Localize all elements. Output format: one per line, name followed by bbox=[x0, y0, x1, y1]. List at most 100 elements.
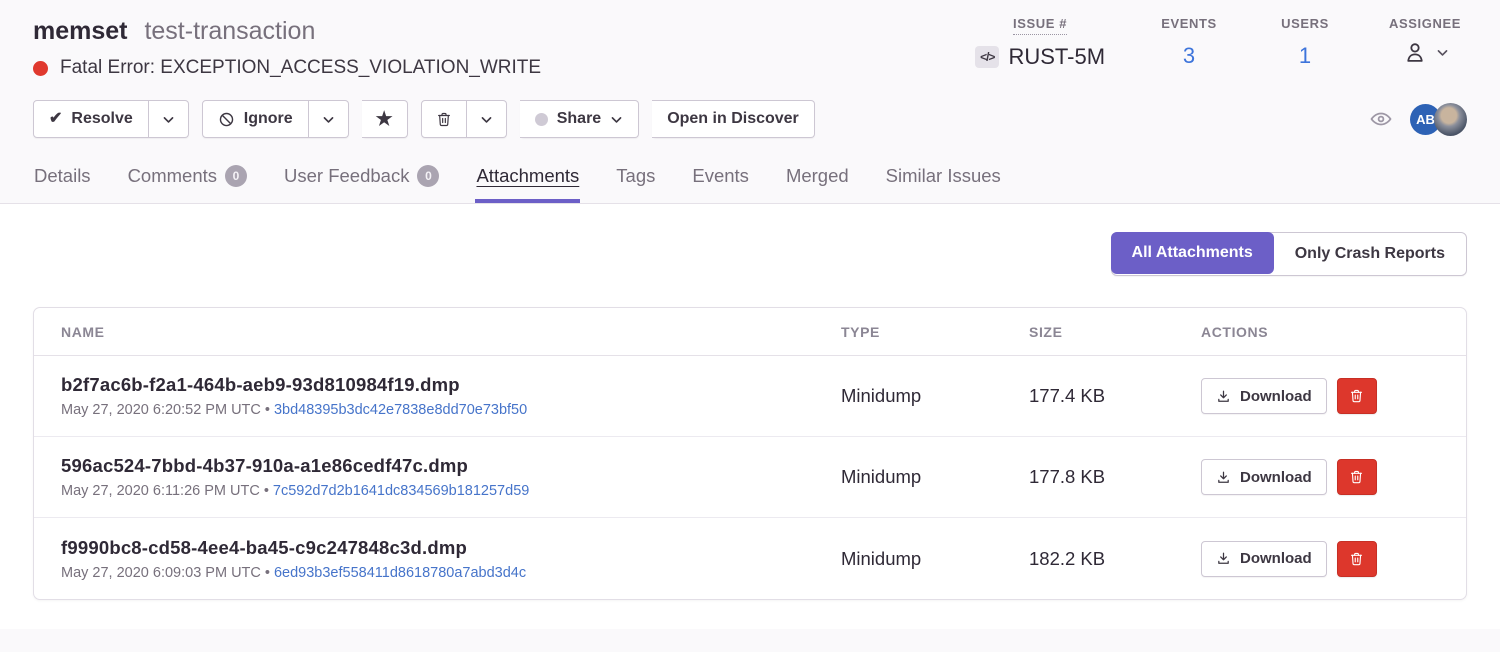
attachment-timestamp: May 27, 2020 6:11:26 PM UTC bbox=[61, 483, 260, 499]
table-row: f9990bc8-cd58-4ee4-ba45-c9c247848c3d.dmp… bbox=[34, 518, 1466, 599]
event-id-link[interactable]: 7c592d7d2b1641dc834569b181257d59 bbox=[273, 483, 529, 499]
download-button[interactable]: Download bbox=[1201, 541, 1327, 577]
issue-tabs: Details Comments 0 User Feedback 0 Attac… bbox=[0, 138, 1500, 204]
download-label: Download bbox=[1240, 469, 1312, 486]
attachment-meta: May 27, 2020 6:20:52 PM UTC•3bd48395b3dc… bbox=[61, 402, 841, 418]
assignee-selector[interactable] bbox=[1402, 39, 1449, 65]
download-button[interactable]: Download bbox=[1201, 459, 1327, 495]
attachment-name-cell: 596ac524-7bbd-4b37-910a-a1e86cedf47c.dmp… bbox=[61, 455, 841, 499]
delete-button-group bbox=[421, 100, 507, 138]
comments-count-badge: 0 bbox=[225, 165, 247, 187]
attachment-type: Minidump bbox=[841, 548, 1029, 570]
delete-dropdown-button[interactable] bbox=[467, 100, 507, 138]
attachment-type: Minidump bbox=[841, 385, 1029, 407]
column-header-name: NAME bbox=[61, 324, 841, 340]
download-icon bbox=[1216, 470, 1231, 485]
trash-icon bbox=[436, 111, 452, 128]
attachment-filename: 596ac524-7bbd-4b37-910a-a1e86cedf47c.dmp bbox=[61, 455, 841, 477]
download-icon bbox=[1216, 551, 1231, 566]
tab-similar-issues[interactable]: Similar Issues bbox=[885, 161, 1002, 203]
ban-icon bbox=[218, 111, 235, 128]
stat-users: USERS 1 bbox=[1273, 16, 1337, 79]
chevron-down-icon bbox=[1436, 46, 1449, 59]
tab-events[interactable]: Events bbox=[691, 161, 750, 203]
event-id-link[interactable]: 6ed93b3ef558411d8618780a7abd3d4c bbox=[274, 565, 526, 581]
filter-only-crash-reports-button[interactable]: Only Crash Reports bbox=[1274, 233, 1466, 275]
stat-issue-number: ISSUE # </> RUST-5M bbox=[975, 16, 1105, 79]
events-count[interactable]: 3 bbox=[1183, 43, 1195, 69]
chevron-down-icon bbox=[162, 113, 175, 126]
resolve-label: Resolve bbox=[71, 110, 132, 128]
eye-icon bbox=[1369, 107, 1393, 131]
column-header-actions: ACTIONS bbox=[1201, 324, 1466, 340]
viewer-avatars: AB bbox=[1410, 103, 1467, 136]
code-icon: </> bbox=[975, 46, 999, 68]
resolve-button[interactable]: ✔ Resolve bbox=[33, 100, 149, 138]
attachment-timestamp: May 27, 2020 6:20:52 PM UTC bbox=[61, 402, 261, 418]
issue-number-value: </> RUST-5M bbox=[975, 44, 1105, 70]
users-count[interactable]: 1 bbox=[1299, 43, 1311, 69]
share-label: Share bbox=[557, 110, 601, 128]
error-summary: Fatal Error: EXCEPTION_ACCESS_VIOLATION_… bbox=[33, 57, 541, 79]
chevron-down-icon bbox=[610, 113, 623, 126]
delete-attachment-button[interactable] bbox=[1337, 541, 1377, 577]
delete-attachment-button[interactable] bbox=[1337, 459, 1377, 495]
trash-icon bbox=[1349, 388, 1364, 404]
action-toolbar: ✔ Resolve Ignore ★ bbox=[0, 79, 1500, 138]
open-in-discover-label: Open in Discover bbox=[667, 110, 799, 128]
attachment-name-cell: f9990bc8-cd58-4ee4-ba45-c9c247848c3d.dmp… bbox=[61, 537, 841, 581]
user-feedback-count-badge: 0 bbox=[417, 165, 439, 187]
tab-comments[interactable]: Comments 0 bbox=[127, 161, 248, 203]
delete-button[interactable] bbox=[421, 100, 467, 138]
issue-number-label: ISSUE # bbox=[1013, 16, 1067, 35]
open-in-discover-button[interactable]: Open in Discover bbox=[652, 100, 815, 138]
bookmark-star-button[interactable]: ★ bbox=[362, 100, 408, 138]
tab-merged[interactable]: Merged bbox=[785, 161, 850, 203]
share-status-dot bbox=[535, 113, 548, 126]
person-icon bbox=[1402, 39, 1428, 65]
attachment-filename: b2f7ac6b-f2a1-464b-aeb9-93d810984f19.dmp bbox=[61, 374, 841, 396]
table-row: 596ac524-7bbd-4b37-910a-a1e86cedf47c.dmp… bbox=[34, 437, 1466, 518]
issue-subtitle: test-transaction bbox=[144, 17, 315, 45]
attachment-size: 177.8 KB bbox=[1029, 466, 1201, 488]
download-button[interactable]: Download bbox=[1201, 378, 1327, 414]
attachment-name-cell: b2f7ac6b-f2a1-464b-aeb9-93d810984f19.dmp… bbox=[61, 374, 841, 418]
chevron-down-icon bbox=[322, 113, 335, 126]
issue-header: memset test-transaction Fatal Error: EXC… bbox=[0, 0, 1500, 79]
resolve-dropdown-button[interactable] bbox=[149, 100, 189, 138]
attachment-timestamp: May 27, 2020 6:09:03 PM UTC bbox=[61, 565, 261, 581]
stat-assignee: ASSIGNEE bbox=[1389, 16, 1461, 79]
attachment-meta: May 27, 2020 6:09:03 PM UTC•6ed93b3ef558… bbox=[61, 565, 841, 581]
issue-header-left: memset test-transaction Fatal Error: EXC… bbox=[33, 16, 541, 79]
attachment-meta: May 27, 2020 6:11:26 PM UTC•7c592d7d2b16… bbox=[61, 483, 841, 499]
tab-user-feedback[interactable]: User Feedback 0 bbox=[283, 161, 440, 203]
attachment-filename: f9990bc8-cd58-4ee4-ba45-c9c247848c3d.dmp bbox=[61, 537, 841, 559]
page-title: memset test-transaction bbox=[33, 16, 541, 46]
stat-events: EVENTS 3 bbox=[1157, 16, 1221, 79]
share-button-group: Share bbox=[520, 100, 639, 138]
attachment-size: 182.2 KB bbox=[1029, 548, 1201, 570]
issue-stats: ISSUE # </> RUST-5M EVENTS 3 USERS 1 ASS… bbox=[975, 16, 1467, 79]
ignore-label: Ignore bbox=[244, 110, 293, 128]
ignore-dropdown-button[interactable] bbox=[309, 100, 349, 138]
filter-all-attachments-button[interactable]: All Attachments bbox=[1111, 232, 1274, 274]
assignee-label: ASSIGNEE bbox=[1389, 16, 1461, 34]
download-label: Download bbox=[1240, 388, 1312, 405]
issue-title: memset bbox=[33, 17, 128, 45]
ignore-button-group: Ignore bbox=[202, 100, 349, 138]
ignore-button[interactable]: Ignore bbox=[202, 100, 309, 138]
bookmark-button-group: ★ bbox=[362, 100, 408, 138]
share-button[interactable]: Share bbox=[520, 100, 639, 138]
tab-details[interactable]: Details bbox=[33, 161, 92, 203]
tab-tags[interactable]: Tags bbox=[615, 161, 656, 203]
attachment-actions: Download bbox=[1201, 459, 1466, 495]
tab-attachments[interactable]: Attachments bbox=[475, 161, 580, 203]
delete-attachment-button[interactable] bbox=[1337, 378, 1377, 414]
chevron-down-icon bbox=[480, 113, 493, 126]
star-icon: ★ bbox=[376, 110, 393, 129]
users-label: USERS bbox=[1281, 16, 1329, 34]
table-header-row: NAME TYPE SIZE ACTIONS bbox=[34, 308, 1466, 356]
attachment-actions: Download bbox=[1201, 378, 1466, 414]
user-photo-avatar[interactable] bbox=[1434, 103, 1467, 136]
event-id-link[interactable]: 3bd48395b3dc42e7838e8dd70e73bf50 bbox=[274, 402, 527, 418]
